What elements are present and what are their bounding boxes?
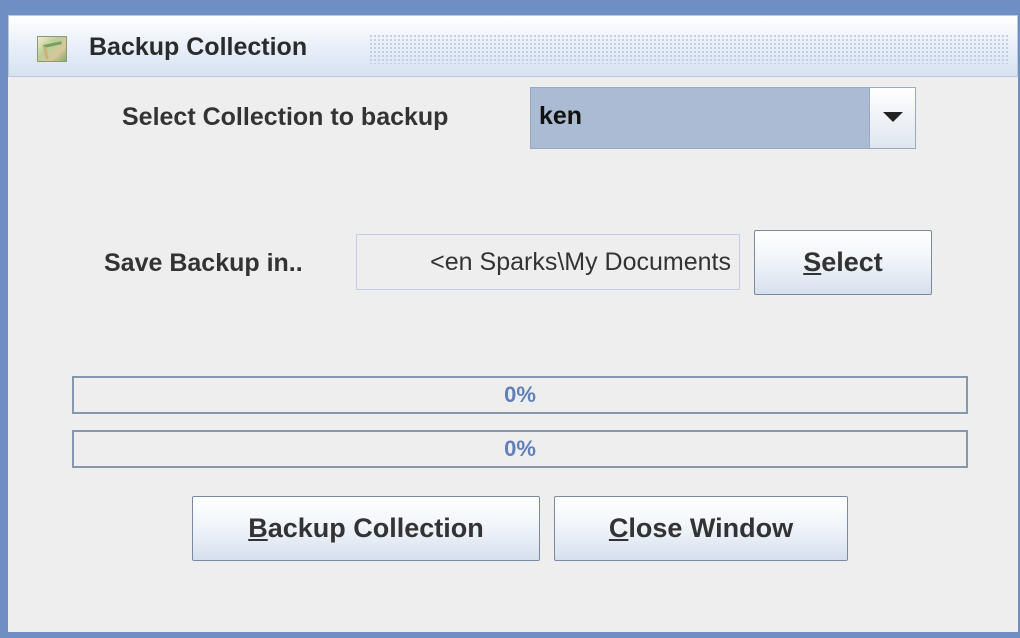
select-folder-label: elect: [821, 247, 883, 277]
close-window-label: lose Window: [628, 513, 794, 543]
select-folder-mnemonic: S: [803, 247, 822, 277]
progress-text-1: 0%: [504, 382, 536, 407]
progress-bar-1: 0%: [72, 376, 968, 414]
dialog-content: Select Collection to backup ken Save Bac…: [8, 77, 1018, 632]
progress-text-2: 0%: [504, 436, 536, 461]
app-image-icon: [37, 36, 67, 62]
backup-collection-label: ackup Collection: [267, 513, 484, 543]
backup-collection-window: Backup Collection Select Collection to b…: [0, 0, 1020, 638]
backup-path-field[interactable]: <en Sparks\My Documents: [356, 234, 740, 290]
save-location-label: Save Backup in..: [104, 249, 303, 277]
close-window-button[interactable]: Close Window: [554, 496, 848, 561]
collection-select[interactable]: ken: [530, 87, 916, 149]
select-folder-button[interactable]: Select: [754, 230, 932, 295]
backup-collection-button[interactable]: Backup Collection: [192, 496, 540, 561]
title-bar-grip[interactable]: [369, 34, 1009, 64]
collection-label: Select Collection to backup: [122, 103, 449, 131]
title-bar[interactable]: Backup Collection: [8, 15, 1018, 77]
chevron-down-icon: [883, 112, 903, 122]
window-title: Backup Collection: [89, 33, 308, 61]
progress-bar-2: 0%: [72, 430, 968, 468]
collection-select-value: ken: [539, 102, 583, 130]
close-window-mnemonic: C: [608, 513, 629, 543]
collection-dropdown-button[interactable]: [869, 88, 915, 148]
backup-collection-mnemonic: B: [248, 513, 268, 543]
backup-path-value: <en Sparks\My Documents: [430, 248, 731, 276]
